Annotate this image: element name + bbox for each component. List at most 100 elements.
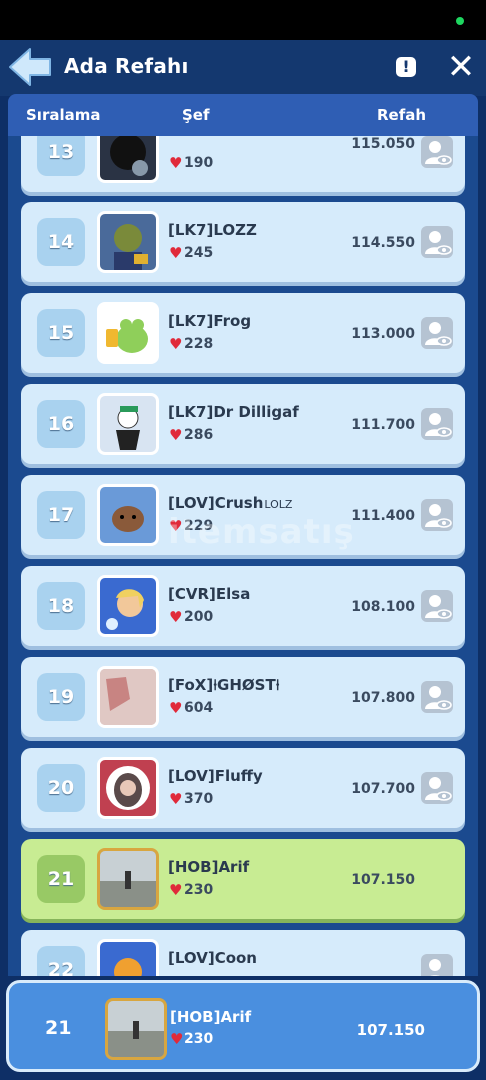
player-name: [LOV]Fluffy	[168, 767, 263, 785]
profile-eye-icon	[425, 231, 452, 255]
current-player-name: [HOB]Arif	[170, 1008, 252, 1026]
current-player-likes: 230	[184, 1031, 214, 1047]
list-item-current-player[interactable]: 21 [HOB]Arif ♥ 230 107.150	[21, 839, 465, 919]
view-profile-button[interactable]	[421, 408, 453, 440]
info-button[interactable]: !	[396, 57, 416, 77]
view-profile-button[interactable]	[421, 317, 453, 349]
view-profile-button[interactable]	[421, 499, 453, 531]
profile-eye-icon	[425, 777, 452, 801]
likes-count: 604	[184, 700, 214, 716]
likes-count: 229	[184, 518, 214, 534]
list-item[interactable]: 20 [LOV]Fluffy ♥ 370 107.700	[21, 748, 465, 828]
player-name: [LOV]CrushLOLZ	[168, 494, 292, 512]
likes-count: 286	[184, 427, 214, 443]
close-button[interactable]: ✕	[446, 50, 476, 84]
likes-count: 228	[184, 336, 214, 352]
likes-count: 230	[184, 882, 214, 898]
list-item[interactable]: 14 [LK7]LOZZ ♥ 245 114.550	[21, 202, 465, 282]
view-profile-button[interactable]	[421, 136, 453, 168]
current-player-avatar[interactable]	[105, 998, 167, 1060]
status-bar	[0, 0, 486, 40]
column-header: Sıralama Şef Refah	[8, 94, 478, 136]
player-name: [CVR]Elsa	[168, 585, 251, 603]
rank-number: 16	[37, 400, 85, 448]
welfare-value: 107.800	[351, 690, 415, 706]
player-name: [LK7]LOZZ	[168, 221, 257, 239]
rank-number: 21	[37, 855, 85, 903]
back-arrow-icon	[9, 48, 51, 86]
list-item[interactable]: 15 [LK7]Frog ♥ 228 113.000	[21, 293, 465, 373]
column-rank-label: Sıralama	[26, 106, 101, 124]
heart-icon: ♥	[169, 154, 183, 172]
heart-icon: ♥	[169, 699, 183, 717]
heart-icon: ♥	[169, 244, 183, 262]
welfare-value: 113.000	[351, 326, 415, 342]
back-arrow-button[interactable]	[8, 46, 54, 88]
welfare-value: 107.700	[351, 781, 415, 797]
rank-number: 22	[37, 946, 85, 976]
view-profile-button[interactable]	[421, 954, 453, 976]
welfare-value: 111.400	[351, 508, 415, 524]
ranking-list[interactable]: 13 ♥ 190 115.050 14 [LK7]LOZZ ♥ 245 114.…	[8, 136, 478, 976]
rank-number: 15	[37, 309, 85, 357]
rank-number: 20	[37, 764, 85, 812]
heart-icon: ♥	[169, 335, 183, 353]
list-item[interactable]: 17 [LOV]CrushLOLZ ♥ 229 111.400	[21, 475, 465, 555]
player-name: [LOV]Coon	[168, 949, 257, 967]
heart-icon: ♥	[169, 790, 183, 808]
heart-icon: ♥	[170, 1030, 184, 1048]
player-avatar[interactable]	[97, 575, 159, 637]
welfare-value: 114.550	[351, 235, 415, 251]
player-name-suffix: LOLZ	[264, 498, 293, 511]
rank-number: 14	[37, 218, 85, 266]
welfare-value: 107.150	[351, 872, 415, 888]
column-welfare-label: Refah	[377, 106, 427, 124]
list-item[interactable]: 13 ♥ 190 115.050	[21, 136, 465, 192]
view-profile-button[interactable]	[421, 226, 453, 258]
heart-icon: ♥	[169, 517, 183, 535]
profile-eye-icon	[425, 141, 452, 165]
rank-number: 19	[37, 673, 85, 721]
player-avatar[interactable]	[97, 666, 159, 728]
player-name-main: [LOV]Crush	[168, 494, 264, 512]
profile-eye-icon	[425, 595, 452, 619]
app-screen: Ada Refahı ! ✕ Sıralama Şef Refah 13 ♥ 1…	[0, 40, 486, 1080]
view-profile-button[interactable]	[421, 590, 453, 622]
player-name: [LK7]Frog	[168, 312, 252, 330]
heart-icon: ♥	[169, 426, 183, 444]
list-item[interactable]: 19 [FoX]⍿GHØST⍿ ♥ 604 107.800	[21, 657, 465, 737]
view-profile-button[interactable]	[421, 681, 453, 713]
welfare-value: 108.100	[351, 599, 415, 615]
column-chef-label: Şef	[182, 106, 210, 124]
player-avatar[interactable]	[97, 211, 159, 273]
player-avatar[interactable]	[97, 757, 159, 819]
welfare-value: 111.700	[351, 417, 415, 433]
player-name: [LK7]Dr Dilligaf	[168, 403, 299, 421]
page-title: Ada Refahı	[64, 54, 189, 78]
current-player-welfare: 107.150	[356, 1021, 425, 1039]
likes-count: 370	[184, 791, 214, 807]
heart-icon: ♥	[169, 608, 183, 626]
player-avatar[interactable]	[97, 136, 159, 183]
player-avatar[interactable]	[97, 484, 159, 546]
likes-count: 245	[184, 245, 214, 261]
player-avatar[interactable]	[97, 393, 159, 455]
view-profile-button[interactable]	[421, 772, 453, 804]
current-player-bar[interactable]: 21 [HOB]Arif ♥ 230 107.150	[6, 980, 480, 1072]
current-player-rank: 21	[45, 1017, 72, 1039]
likes-count: 200	[184, 609, 214, 625]
player-name: [HOB]Arif	[168, 858, 250, 876]
player-avatar[interactable]	[97, 302, 159, 364]
list-item[interactable]: 16 [LK7]Dr Dilligaf ♥ 286 111.700	[21, 384, 465, 464]
header: Ada Refahı ! ✕	[0, 40, 486, 96]
likes-count: 190	[184, 155, 214, 171]
rank-number: 18	[37, 582, 85, 630]
rank-number: 17	[37, 491, 85, 539]
list-item[interactable]: 18 [CVR]Elsa ♥ 200 108.100	[21, 566, 465, 646]
player-avatar[interactable]	[97, 939, 159, 976]
player-name: [FoX]⍿GHØST⍿	[168, 676, 280, 694]
player-avatar[interactable]	[97, 848, 159, 910]
profile-eye-icon	[425, 322, 452, 346]
profile-eye-icon	[425, 413, 452, 437]
list-item[interactable]: 22 [LOV]Coon	[21, 930, 465, 976]
